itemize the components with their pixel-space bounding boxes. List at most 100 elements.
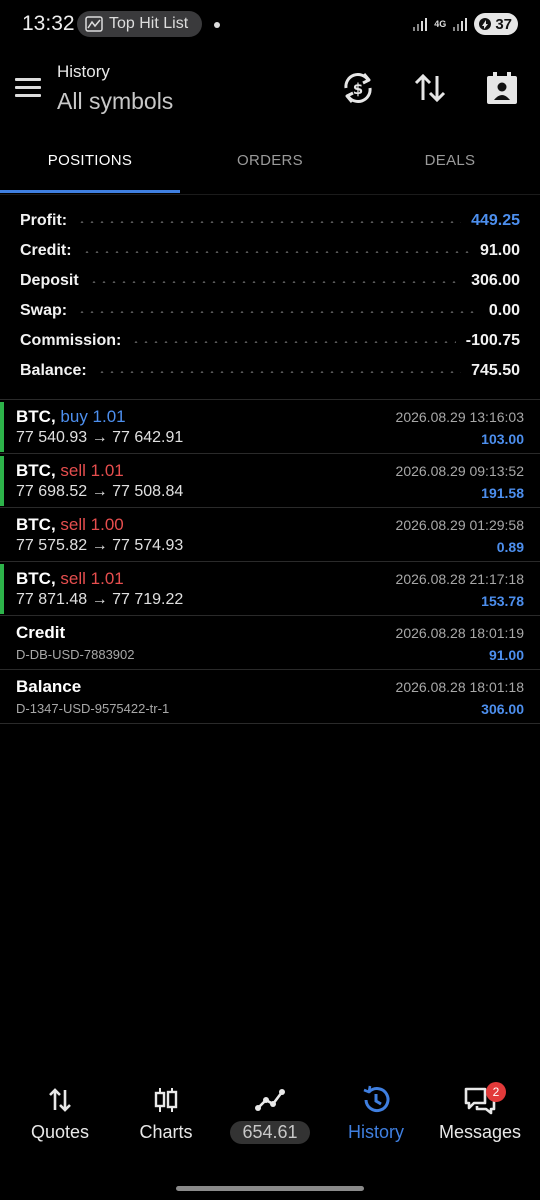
- position-prices: 77 575.82 → 77 574.93: [16, 537, 184, 554]
- transfer-row-credit[interactable]: Credit D-DB-USD-7883902 2026.08.28 18:01…: [0, 616, 540, 670]
- summary-value: 91.00: [479, 242, 520, 259]
- transfer-ref: D-DB-USD-7883902: [16, 647, 135, 662]
- nav-label: Messages: [438, 1122, 522, 1142]
- dot-leader: [77, 311, 479, 313]
- unread-badge: 2: [486, 1082, 506, 1102]
- battery-indicator: 37: [474, 13, 518, 35]
- transfer-row-balance[interactable]: Balance D-1347-USD-9575422-tr-1 2026.08.…: [0, 670, 540, 724]
- account-summary: Profit: 449.25 Credit: 91.00 Deposit 306…: [0, 206, 540, 386]
- summary-label: Swap:: [20, 302, 68, 319]
- position-marker: [0, 456, 4, 506]
- history-tabs: POSITIONS ORDERS DEALS: [0, 140, 540, 195]
- position-prices: 77 871.48 → 77 719.22: [16, 591, 184, 608]
- home-indicator[interactable]: [176, 1186, 364, 1191]
- position-profit: 0.89: [496, 539, 524, 555]
- summary-label: Balance:: [20, 362, 87, 379]
- battery-level: 37: [495, 15, 512, 33]
- position-marker: [0, 402, 4, 452]
- position-symbol: BTC,: [16, 407, 56, 426]
- position-marker: [0, 564, 4, 614]
- network-type: 4G: [434, 18, 447, 29]
- summary-value: 0.00: [488, 302, 520, 319]
- quotes-arrows-icon: [49, 1088, 71, 1112]
- tab-orders[interactable]: ORDERS: [180, 140, 360, 194]
- bottom-navigation: Quotes Charts 654.61 History 2 Messages: [0, 1078, 540, 1158]
- hamburger-menu-icon[interactable]: [15, 78, 41, 98]
- summary-row-deposit: Deposit 306.00: [0, 266, 540, 296]
- summary-row-balance: Balance: 745.50: [0, 356, 540, 386]
- transfer-title: Balance: [16, 677, 82, 696]
- dot-leader: [81, 251, 470, 253]
- tab-deals[interactable]: DEALS: [360, 140, 540, 194]
- position-symbol-line: BTC, sell 1.00: [16, 515, 124, 535]
- page-title: History: [57, 62, 110, 81]
- sort-arrows-icon: [414, 73, 446, 103]
- summary-label: Commission:: [20, 332, 122, 349]
- dot-leader: [96, 371, 462, 373]
- nav-label: History: [347, 1122, 404, 1142]
- status-bar: 13:32 Top Hit List 4G 37: [0, 0, 540, 50]
- position-prices: 77 698.52 → 77 508.84: [16, 483, 184, 500]
- notification-dot: [214, 22, 220, 28]
- sort-button[interactable]: [410, 68, 450, 108]
- battery-saver-icon: [479, 18, 492, 30]
- nav-quotes[interactable]: Quotes: [6, 1078, 114, 1156]
- summary-value: 306.00: [471, 272, 520, 289]
- transfer-ref: D-1347-USD-9575422-tr-1: [16, 701, 170, 716]
- active-tab-indicator: [0, 190, 180, 193]
- transfer-date: 2026.08.28 18:01:18: [395, 679, 524, 695]
- tab-positions[interactable]: POSITIONS: [0, 140, 180, 194]
- nav-equity-value: 654.61: [230, 1121, 310, 1144]
- position-row[interactable]: BTC, buy 1.01 77 540.93 → 77 642.91 2026…: [0, 400, 540, 454]
- notification-pill-label: Top Hit List: [109, 15, 189, 32]
- position-row[interactable]: BTC, sell 1.01 77 871.48 → 77 719.22 202…: [0, 562, 540, 616]
- dot-leader: [131, 341, 456, 343]
- dot-leader: [77, 221, 462, 223]
- app-header: History All symbols $: [0, 56, 540, 126]
- dot-leader: [88, 281, 462, 283]
- position-symbol: BTC,: [16, 569, 56, 588]
- transfer-amount: 306.00: [481, 701, 524, 717]
- status-icons: 4G 37: [412, 13, 518, 35]
- summary-row-profit: Profit: 449.25: [0, 206, 540, 236]
- status-time: 13:32: [22, 12, 75, 35]
- nav-history[interactable]: History: [322, 1078, 430, 1156]
- position-type: sell 1.01: [60, 461, 124, 480]
- currency-exchange-button[interactable]: $: [338, 68, 378, 108]
- position-date: 2026.08.29 09:13:52: [395, 463, 524, 479]
- position-symbol: BTC,: [16, 515, 56, 534]
- position-prices: 77 540.93 → 77 642.91: [16, 429, 184, 446]
- calendar-button[interactable]: [482, 68, 522, 108]
- nav-messages[interactable]: 2 Messages: [426, 1078, 534, 1156]
- summary-row-commission: Commission: -100.75: [0, 326, 540, 356]
- summary-row-credit: Credit: 91.00: [0, 236, 540, 266]
- position-symbol-line: BTC, buy 1.01: [16, 407, 126, 427]
- symbol-filter[interactable]: All symbols: [57, 88, 173, 115]
- position-row[interactable]: BTC, sell 1.01 77 698.52 → 77 508.84 202…: [0, 454, 540, 508]
- position-symbol-line: BTC, sell 1.01: [16, 569, 124, 589]
- nav-charts[interactable]: Charts: [112, 1078, 220, 1156]
- summary-label: Credit:: [20, 242, 72, 259]
- calendar-person-icon: [487, 72, 517, 104]
- candlestick-icon: [154, 1088, 178, 1112]
- positions-list: BTC, buy 1.01 77 540.93 → 77 642.91 2026…: [0, 399, 540, 724]
- position-profit: 191.58: [481, 485, 524, 501]
- position-date: 2026.08.28 21:17:18: [395, 571, 524, 587]
- position-date: 2026.08.29 01:29:58: [395, 517, 524, 533]
- position-row[interactable]: BTC, sell 1.00 77 575.82 → 77 574.93 202…: [0, 508, 540, 562]
- summary-value: 449.25: [471, 212, 520, 229]
- notification-pill[interactable]: Top Hit List: [77, 11, 203, 37]
- svg-text:$: $: [353, 80, 363, 98]
- signal-icon: [413, 18, 428, 31]
- position-date: 2026.08.29 13:16:03: [395, 409, 524, 425]
- nav-label: Charts: [139, 1122, 193, 1142]
- transfer-title: Credit: [16, 623, 66, 642]
- summary-label: Profit:: [20, 212, 68, 229]
- summary-value: -100.75: [465, 332, 520, 349]
- summary-label: Deposit: [20, 272, 79, 289]
- history-clock-icon: [363, 1085, 390, 1113]
- transfer-date: 2026.08.28 18:01:19: [395, 625, 524, 641]
- summary-value: 745.50: [471, 362, 520, 379]
- nav-trade[interactable]: 654.61: [216, 1078, 324, 1156]
- position-profit: 153.78: [481, 593, 524, 609]
